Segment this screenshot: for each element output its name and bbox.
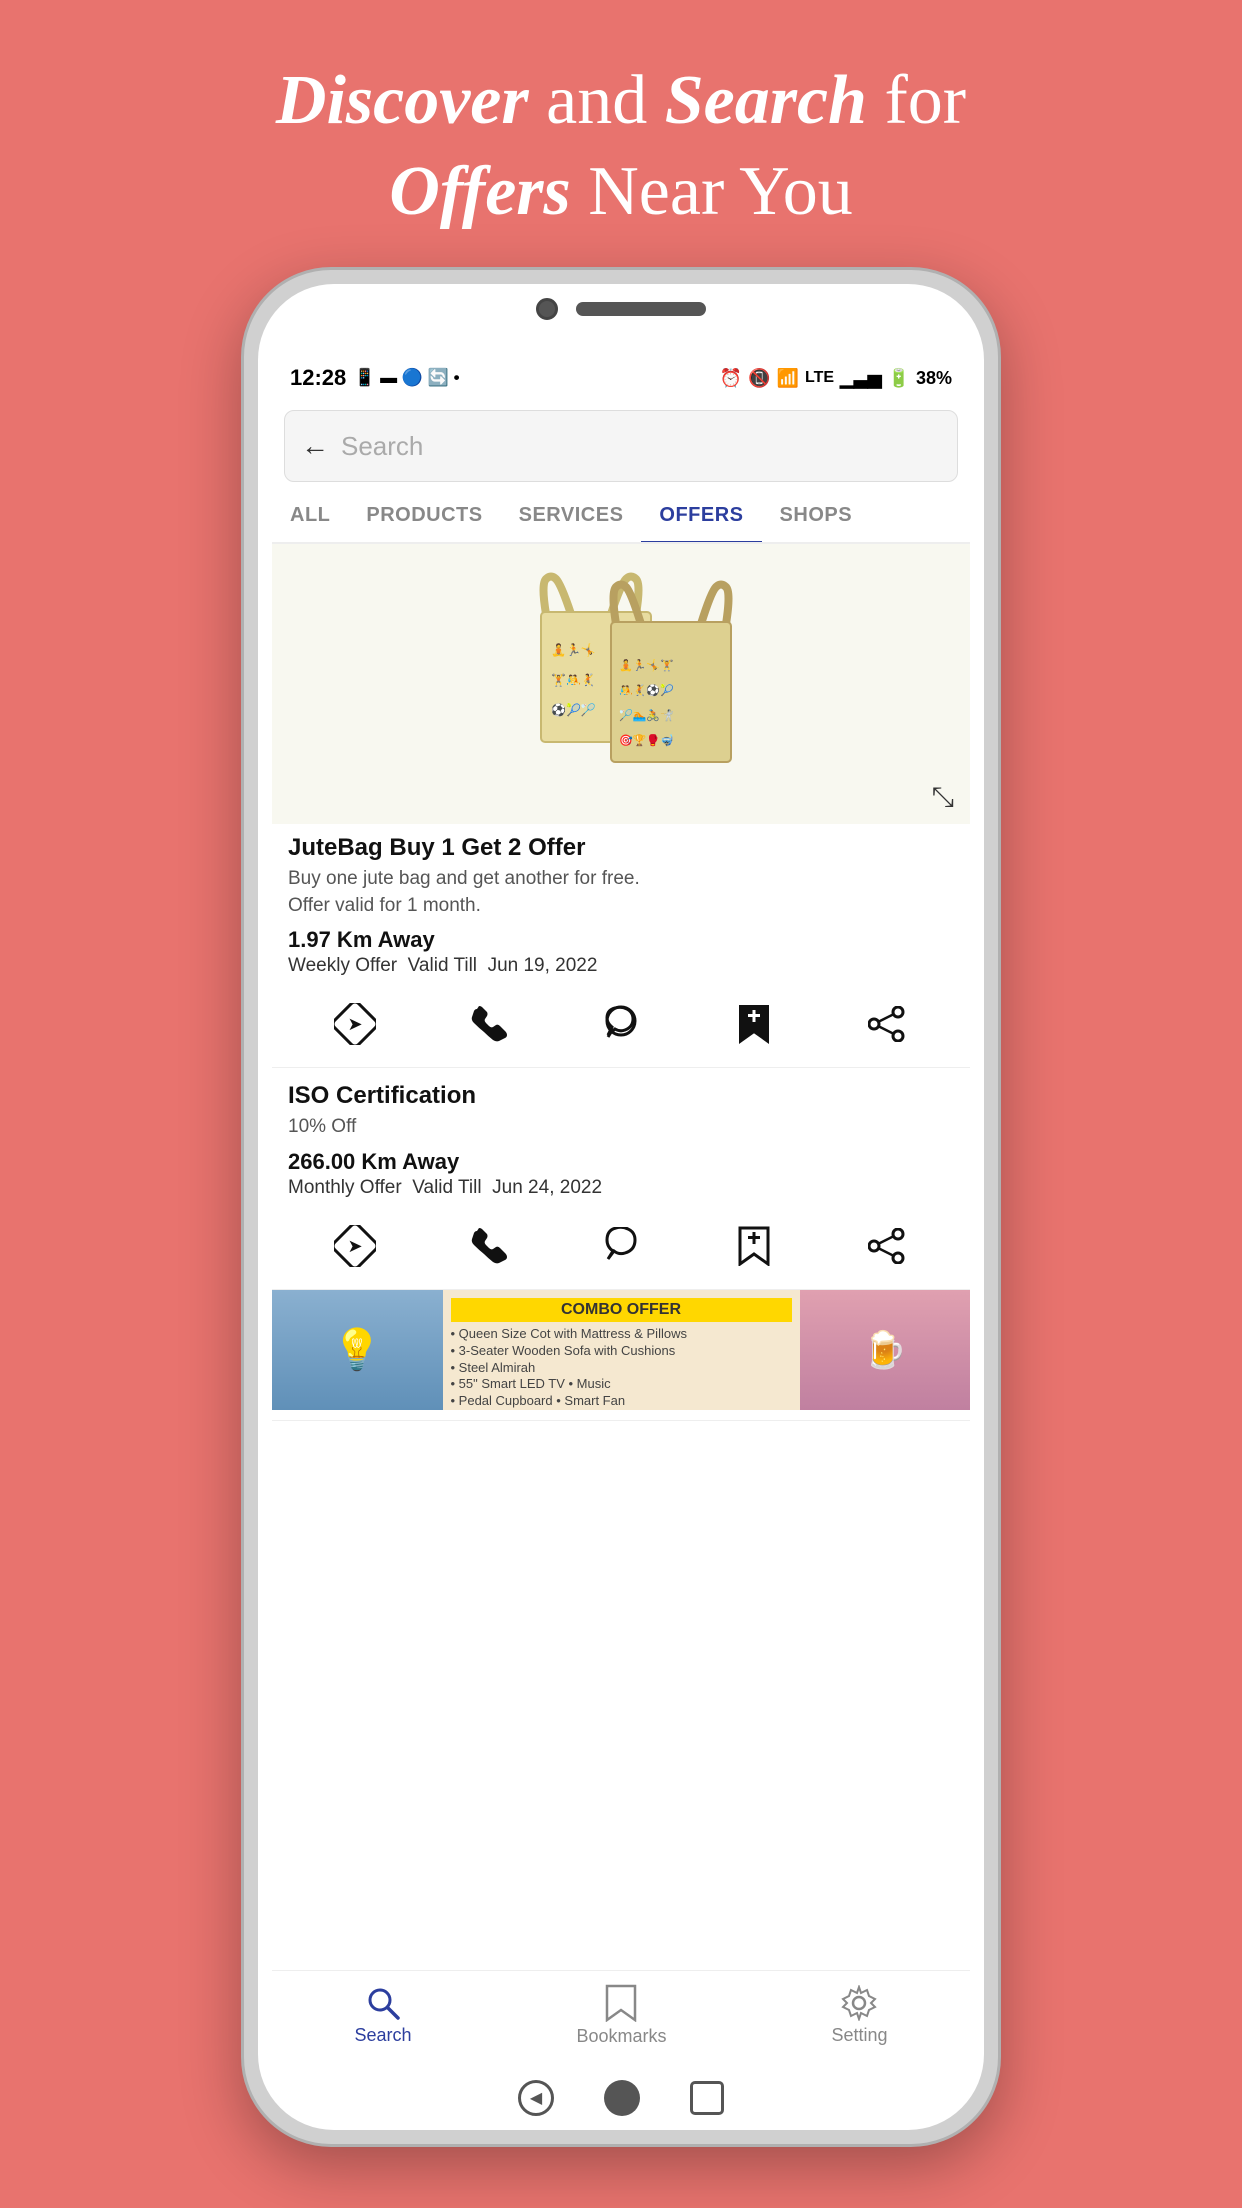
share-button-2[interactable] [857, 1221, 917, 1271]
phone-status-icon: 📵 [748, 368, 770, 389]
battery-icon: 🔋 [888, 368, 910, 389]
bookmark-icon-1 [736, 1004, 772, 1044]
svg-text:🧘🏃🤸: 🧘🏃🤸 [551, 643, 596, 657]
direction-icon-2: ➤ [334, 1225, 376, 1267]
offers-list: 🧘🏃🤸 🏋🤼🤾 ⚽🎾🏸 [272, 544, 970, 1966]
phone-icon-2 [469, 1227, 507, 1265]
status-bar: 12:28 📱 ▬ 🔵 🔄 • ⏰ 📵 📶 LTE ▁▃▅ 🔋 38% [272, 354, 970, 402]
offer-desc-2: 10% Off [288, 1114, 954, 1141]
nav-square-hw[interactable] [690, 2081, 724, 2115]
bottom-nav: Search Bookmarks Setting [272, 1970, 970, 2060]
svg-text:🎯🏆🥊🤿: 🎯🏆🥊🤿 [619, 734, 674, 747]
direction-icon-1: ➤ [334, 1003, 376, 1045]
wifi-icon: 📶 [777, 368, 799, 389]
offer-info-1: JuteBag Buy 1 Get 2 Offer Buy one jute b… [272, 824, 970, 991]
nav-label-search: Search [354, 2025, 411, 2046]
search-bar[interactable]: ← Search [284, 410, 958, 482]
camera [536, 298, 558, 320]
phone-inner: 12:28 📱 ▬ 🔵 🔄 • ⏰ 📵 📶 LTE ▁▃▅ 🔋 38% [258, 284, 984, 2130]
phone-icon-1 [469, 1005, 507, 1043]
offer-image-1: 🧘🏃🤸 🏋🤼🤾 ⚽🎾🏸 [272, 544, 970, 824]
header-offers-bold: Offers [389, 153, 570, 230]
status-right: ⏰ 📵 📶 LTE ▁▃▅ 🔋 38% [720, 368, 952, 389]
offer-card-2: ISO Certification 10% Off 266.00 Km Away… [272, 1068, 970, 1290]
combo-image: 💡 COMBO OFFER • Queen Size Cot with Matt… [272, 1290, 970, 1410]
tab-offers[interactable]: OFFERS [641, 490, 761, 544]
tabs-bar: ALL PRODUCTS SERVICES OFFERS SHOPS [272, 490, 970, 544]
nav-label-setting: Setting [831, 2025, 887, 2046]
jute-bag-svg: 🧘🏃🤸 🏋🤼🤾 ⚽🎾🏸 [471, 554, 771, 814]
setting-nav-icon [841, 1985, 877, 2021]
offer-info-2: ISO Certification 10% Off 266.00 Km Away… [272, 1068, 970, 1213]
bookmark-outline-icon-2 [736, 1226, 772, 1266]
nav-item-bookmarks[interactable]: Bookmarks [576, 1984, 666, 2047]
screen: 12:28 📱 ▬ 🔵 🔄 • ⏰ 📵 📶 LTE ▁▃▅ 🔋 38% [272, 354, 970, 2060]
nav-label-bookmarks: Bookmarks [576, 2026, 666, 2047]
search-nav-icon [365, 1985, 401, 2021]
whatsapp-icon-1 [602, 1005, 640, 1043]
share-button-1[interactable] [857, 999, 917, 1049]
status-time: 12:28 [290, 365, 346, 391]
svg-text:➤: ➤ [347, 1014, 362, 1034]
nav-item-search[interactable]: Search [354, 1985, 411, 2046]
offer-actions-2: ➤ [272, 1213, 970, 1279]
direction-button-2[interactable]: ➤ [325, 1221, 385, 1271]
nav-item-setting[interactable]: Setting [831, 1985, 887, 2046]
search-input[interactable]: Search [341, 431, 941, 462]
header-near-you: Near You [588, 153, 852, 230]
nav-home-hw[interactable] [604, 2080, 640, 2116]
whatsapp-button-2[interactable] [591, 1221, 651, 1271]
tab-products[interactable]: PRODUCTS [348, 490, 500, 542]
offer-title-1: JuteBag Buy 1 Get 2 Offer [288, 834, 954, 862]
tab-all[interactable]: ALL [272, 490, 348, 542]
offer-distance-2: 266.00 Km Away [288, 1149, 954, 1175]
offer-card-3: 💡 COMBO OFFER • Queen Size Cot with Matt… [272, 1290, 970, 1421]
whatsapp-button-1[interactable] [591, 999, 651, 1049]
status-app-icons: 📱 ▬ 🔵 🔄 • [354, 368, 459, 388]
svg-text:🏋🤼🤾: 🏋🤼🤾 [551, 673, 596, 687]
whatsapp-icon-2 [602, 1227, 640, 1265]
battery-percent: 38% [916, 368, 952, 389]
phone-button-2[interactable] [458, 1221, 518, 1271]
direction-button-1[interactable]: ➤ [325, 999, 385, 1049]
offer-desc-1: Buy one jute bag and get another for fre… [288, 866, 954, 919]
svg-text:🏸🏊🚴🤺: 🏸🏊🚴🤺 [619, 708, 674, 722]
offer-card-1: 🧘🏃🤸 🏋🤼🤾 ⚽🎾🏸 [272, 544, 970, 1068]
offer-validity-1: Weekly Offer Valid Till Jun 19, 2022 [288, 955, 954, 977]
share-icon-1 [868, 1006, 906, 1042]
tab-shops[interactable]: SHOPS [762, 490, 871, 542]
speaker [576, 302, 706, 316]
offer-distance-1: 1.97 Km Away [288, 927, 954, 953]
expand-icon[interactable]: ⤡ [932, 781, 954, 814]
svg-text:⚽🎾🏸: ⚽🎾🏸 [550, 702, 596, 717]
phone-container: 12:28 📱 ▬ 🔵 🔄 • ⏰ 📵 📶 LTE ▁▃▅ 🔋 38% [0, 257, 1242, 2147]
offer-validity-2: Monthly Offer Valid Till Jun 24, 2022 [288, 1177, 954, 1199]
back-button[interactable]: ← [301, 430, 329, 462]
svg-text:➤: ➤ [347, 1236, 362, 1256]
phone-top-bar [536, 298, 706, 320]
header-search-bold: Search [665, 62, 867, 139]
signal-bars: ▁▃▅ [840, 368, 882, 389]
status-left: 12:28 📱 ▬ 🔵 🔄 • [290, 365, 460, 391]
alarm-icon: ⏰ [720, 368, 742, 389]
svg-text:🧘🏃🤸🏋: 🧘🏃🤸🏋 [619, 659, 674, 672]
bookmark-button-2[interactable] [724, 1221, 784, 1271]
header-for: for [884, 62, 966, 139]
phone-frame: 12:28 📱 ▬ 🔵 🔄 • ⏰ 📵 📶 LTE ▁▃▅ 🔋 38% [241, 267, 1001, 2147]
lte-label: LTE [805, 369, 834, 387]
offer-actions-1: ➤ [272, 991, 970, 1057]
combo-banner-text: COMBO OFFER [451, 1298, 792, 1322]
header-and: and [546, 62, 665, 139]
phone-bottom-bar: ◀ [518, 2080, 724, 2116]
nav-back-hw[interactable]: ◀ [518, 2080, 554, 2116]
tab-services[interactable]: SERVICES [501, 490, 642, 542]
header-discover: Discover [276, 62, 529, 139]
bookmarks-nav-icon [605, 1984, 637, 2022]
offer-title-2: ISO Certification [288, 1082, 954, 1110]
svg-text:🤼🤾⚽🎾: 🤼🤾⚽🎾 [619, 683, 674, 697]
phone-button-1[interactable] [458, 999, 518, 1049]
header-section: Discover and Search for Offers Near You [0, 0, 1242, 257]
bookmark-button-1[interactable] [724, 999, 784, 1049]
share-icon-2 [868, 1228, 906, 1264]
